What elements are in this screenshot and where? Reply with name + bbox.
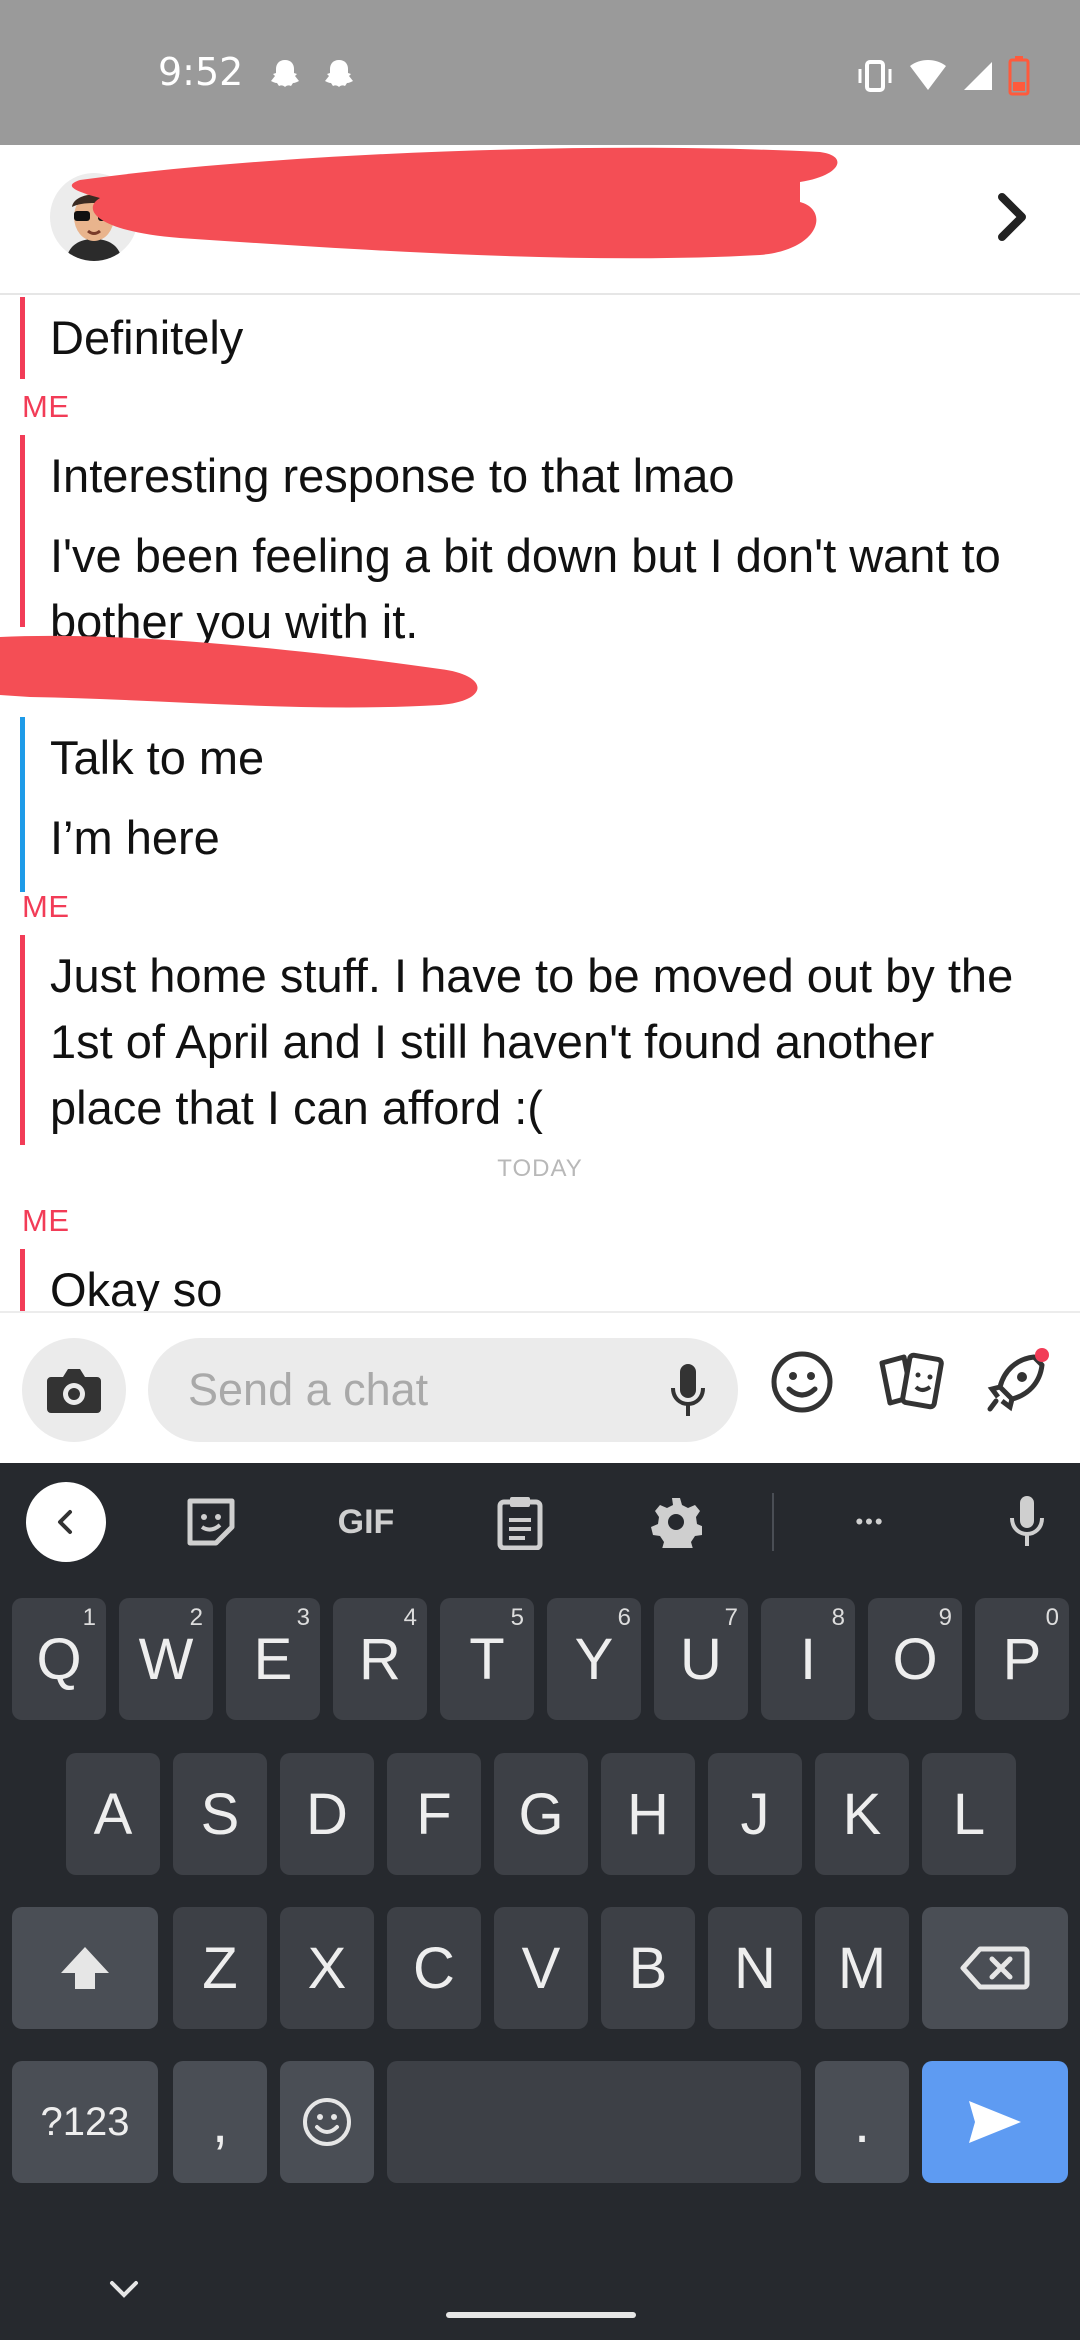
key-p[interactable]: P0 [975, 1598, 1069, 1720]
compose-bar [0, 1311, 1080, 1463]
message-bar-me [20, 297, 25, 379]
camera-icon [47, 1369, 101, 1413]
key-i[interactable]: I8 [761, 1598, 855, 1720]
status-time: 9:52 [158, 50, 244, 94]
key-d[interactable]: D [280, 1753, 374, 1875]
camera-button[interactable] [22, 1338, 126, 1442]
emoji-icon [303, 2098, 351, 2146]
chevron-left-icon [58, 1510, 72, 1534]
send-arrow-icon [969, 2101, 1021, 2143]
key-g[interactable]: G [494, 1753, 588, 1875]
message-text: Okay so [50, 1263, 223, 1311]
key-w[interactable]: W2 [119, 1598, 213, 1720]
message-bar-me [20, 1249, 25, 1311]
key-f[interactable]: F [387, 1753, 481, 1875]
microphone-icon[interactable] [668, 1362, 708, 1420]
rocket-games-icon[interactable] [982, 1347, 1052, 1417]
sticker-icon [187, 1498, 235, 1546]
key-a[interactable]: A [66, 1753, 160, 1875]
message-text: Definitely [50, 311, 244, 364]
key-o[interactable]: O9 [868, 1598, 962, 1720]
keyboard-toolbar: GIF ••• [0, 1463, 1080, 1581]
key-x[interactable]: X [280, 1907, 374, 2029]
key-b[interactable]: B [601, 1907, 695, 2029]
snapchat-ghost-icon [325, 60, 353, 87]
key-z[interactable]: Z [173, 1907, 267, 2029]
symbols-key[interactable]: ?123 [12, 2061, 158, 2183]
collapse-toolbar-button[interactable] [26, 1482, 106, 1562]
message-bar-them [20, 717, 25, 892]
key-v[interactable]: V [494, 1907, 588, 2029]
clipboard-button[interactable] [490, 1483, 550, 1561]
chat-header[interactable] [0, 145, 1080, 295]
key-t[interactable]: T5 [440, 1598, 534, 1720]
chat-input-box[interactable] [148, 1338, 738, 1442]
key-e[interactable]: E3 [226, 1598, 320, 1720]
microphone-icon [1010, 1496, 1044, 1546]
key-k[interactable]: K [815, 1753, 909, 1875]
battery-low-icon [1008, 56, 1030, 96]
message-text: Just home stuff. I have to be moved out … [50, 949, 1014, 1134]
keyboard: GIF ••• Q1 W2 E3 R4 T5 Y6 U7 I8 O9 P0 A … [0, 1463, 1080, 2340]
message-bar-me [20, 435, 25, 627]
status-bar: 9:52 [0, 0, 1080, 145]
key-n[interactable]: N [708, 1907, 802, 2029]
message-bar-me [20, 935, 25, 1145]
chevron-right-icon[interactable] [984, 187, 1044, 247]
message-text: Talk to me [50, 731, 265, 784]
sender-label-me: ME [22, 389, 70, 424]
hide-keyboard-icon[interactable] [104, 2277, 144, 2303]
chat-thread[interactable]: Definitely ME Interesting response to th… [0, 297, 1080, 1311]
shift-arrow-icon [61, 1947, 109, 1989]
gif-button[interactable]: GIF [326, 1483, 406, 1561]
comma-key[interactable]: , [173, 2061, 267, 2183]
key-m[interactable]: M [815, 1907, 909, 2029]
sender-label-me: ME [22, 1203, 70, 1238]
key-y[interactable]: Y6 [547, 1598, 641, 1720]
toolbar-divider [772, 1493, 774, 1551]
backspace-key[interactable] [922, 1907, 1068, 2029]
key-c[interactable]: C [387, 1907, 481, 2029]
gear-icon [651, 1498, 702, 1548]
wifi-icon [910, 60, 946, 90]
message-text: Interesting response to that lmao [50, 449, 735, 502]
key-s[interactable]: S [173, 1753, 267, 1875]
send-key[interactable] [922, 2061, 1068, 2183]
key-r[interactable]: R4 [333, 1598, 427, 1720]
chat-input[interactable] [188, 1338, 628, 1442]
vibrate-icon [858, 60, 892, 92]
key-h[interactable]: H [601, 1753, 695, 1875]
voice-input-button[interactable] [1002, 1483, 1052, 1561]
settings-button[interactable] [646, 1483, 706, 1561]
emoji-key[interactable] [280, 2061, 374, 2183]
more-button[interactable]: ••• [840, 1483, 900, 1561]
message-text: I’m here [50, 811, 220, 864]
backspace-icon [960, 1946, 1030, 1990]
signal-icon [964, 62, 992, 90]
period-key[interactable]: . [815, 2061, 909, 2183]
key-l[interactable]: L [922, 1753, 1016, 1875]
status-icons [856, 56, 1030, 96]
key-j[interactable]: J [708, 1753, 802, 1875]
smiley-icon[interactable] [767, 1347, 837, 1417]
snapchat-ghost-icon [271, 60, 299, 87]
day-divider: TODAY [497, 1155, 583, 1182]
sticker-button[interactable] [176, 1483, 246, 1561]
key-u[interactable]: U7 [654, 1598, 748, 1720]
redaction-mark [0, 635, 478, 708]
sender-label-me: ME [22, 889, 70, 924]
space-key[interactable] [387, 2061, 801, 2183]
gesture-nav-handle[interactable] [446, 2312, 636, 2318]
shift-key[interactable] [12, 1907, 158, 2029]
stickers-cards-icon[interactable] [876, 1347, 946, 1417]
key-q[interactable]: Q1 [12, 1598, 106, 1720]
clipboard-icon [497, 1497, 543, 1550]
redaction-mark [71, 147, 838, 259]
